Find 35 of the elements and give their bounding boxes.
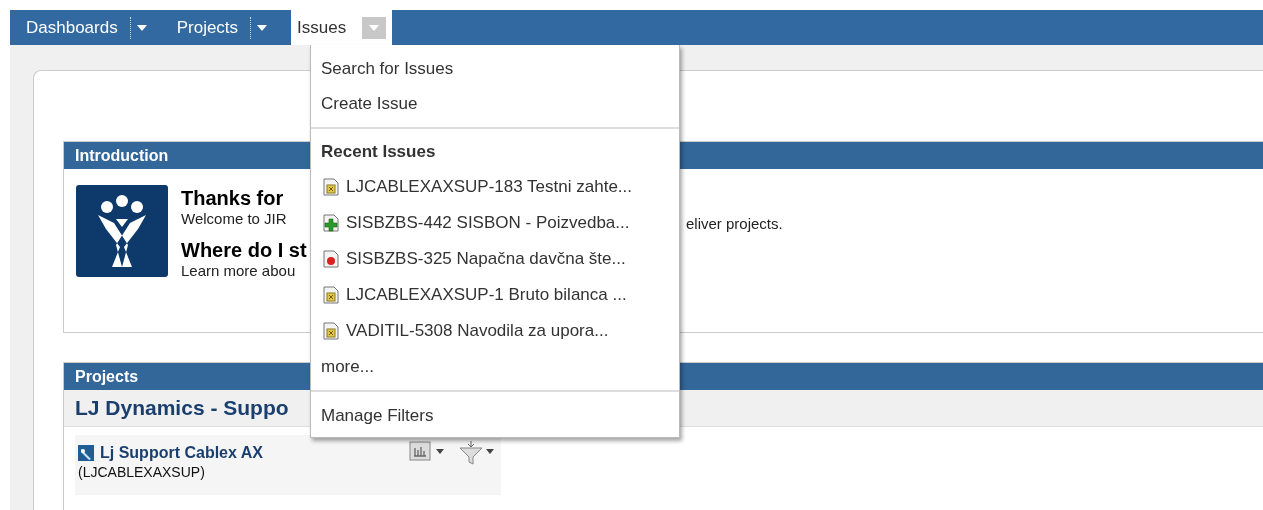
nav-link[interactable]: Projects	[176, 15, 239, 40]
panel-title: Projects	[75, 367, 139, 386]
project-key: (LJCABLEXAXSUP)	[78, 464, 263, 480]
chart-dropdown-icon[interactable]	[409, 441, 447, 461]
menu-item[interactable]: more...	[311, 349, 679, 384]
panel-title: Introduction	[75, 146, 169, 165]
menu-item[interactable]: LJCABLEXAXSUP-183 Testni zahte...	[311, 169, 679, 205]
caret-icon[interactable]	[136, 24, 147, 31]
plus-icon	[323, 213, 339, 232]
task-icon	[323, 321, 339, 340]
menu-item[interactable]: SISBZBS-442 SISBON - Poizvedba...	[311, 205, 679, 241]
dropdown-toggle[interactable]	[362, 16, 387, 39]
menu-item[interactable]: Create Issue	[311, 86, 679, 121]
task-icon	[323, 177, 339, 196]
menu-item[interactable]: LJCABLEXAXSUP-1 Bruto bilanca ...	[311, 277, 679, 313]
menu-item[interactable]: SISBZBS-325 Napačna davčna šte...	[311, 241, 679, 277]
project-link[interactable]: Lj Support Cablex AX	[100, 444, 263, 462]
menu-item[interactable]: Search for Issues	[311, 51, 679, 86]
logo-icon	[76, 185, 168, 277]
caret-icon	[369, 24, 380, 31]
intro-heading: Thanks for	[181, 187, 285, 210]
menu-section-heading: Recent Issues	[320, 141, 437, 163]
bug-icon	[323, 249, 339, 268]
learn-more-text: Learn more abou	[181, 262, 297, 279]
filter-dropdown-icon[interactable]	[457, 441, 497, 465]
menu-item[interactable]: VADITIL-5308 Navodila za upora...	[311, 313, 679, 349]
welcome-text: eliver projects.	[686, 215, 783, 232]
nav-link[interactable]: Dashboards	[26, 15, 118, 40]
intro-subheading: Where do I st	[181, 239, 308, 262]
project-avatar-icon	[78, 445, 94, 461]
caret-icon[interactable]	[257, 24, 268, 31]
welcome-text: Welcome to JIR	[181, 210, 288, 227]
menu-item[interactable]: Manage Filters	[311, 398, 679, 433]
category-title: LJ Dynamics - Suppo	[75, 396, 289, 420]
task-icon	[323, 285, 339, 304]
